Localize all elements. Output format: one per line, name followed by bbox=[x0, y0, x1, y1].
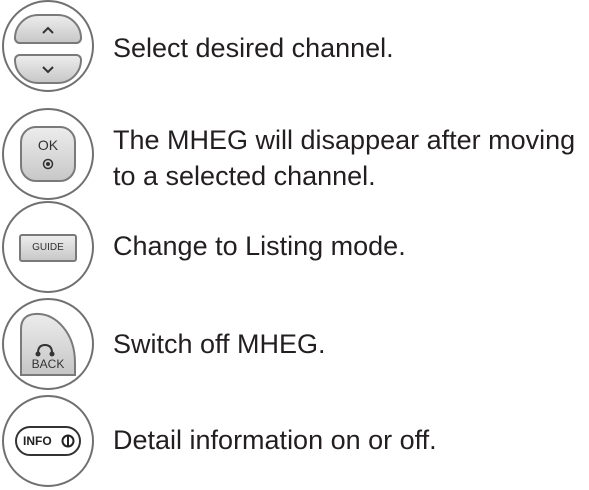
ok-button[interactable]: OK bbox=[20, 126, 76, 182]
instruction-row-guide: GUIDE Change to Listing mode. bbox=[0, 201, 589, 295]
guide-button-label: GUIDE bbox=[32, 242, 64, 253]
ok-dot-icon bbox=[42, 158, 54, 170]
chevron-up-icon bbox=[42, 26, 54, 34]
instruction-row-info: INFO Detail information on or off. bbox=[0, 395, 589, 490]
info-button[interactable]: INFO bbox=[15, 426, 81, 456]
return-arrow-icon bbox=[35, 343, 55, 357]
instruction-text: The MHEG will disappear after moving bbox=[113, 125, 576, 155]
info-circle-icon bbox=[61, 434, 75, 448]
chevron-down-icon bbox=[42, 66, 54, 74]
info-button-label: INFO bbox=[23, 434, 52, 448]
back-button-label: BACK bbox=[31, 357, 65, 371]
ok-button-label: OK bbox=[37, 137, 59, 153]
instruction-text: Switch off MHEG. bbox=[113, 329, 326, 359]
up-arrow-button[interactable] bbox=[14, 14, 82, 44]
instruction-text: Detail information on or off. bbox=[113, 425, 437, 455]
down-arrow-button[interactable] bbox=[14, 54, 82, 84]
guide-button[interactable]: GUIDE bbox=[19, 234, 77, 262]
instruction-row-back: BACK Switch off MHEG. bbox=[0, 298, 589, 394]
instruction-text: Select desired channel. bbox=[113, 33, 394, 63]
instruction-text: Change to Listing mode. bbox=[113, 231, 406, 261]
instruction-row-ok: OK The MHEG will disappear after moving … bbox=[0, 108, 589, 204]
instruction-text-line2: to a selected channel. bbox=[113, 161, 376, 191]
instruction-row-channel: Select desired channel. bbox=[0, 0, 589, 98]
